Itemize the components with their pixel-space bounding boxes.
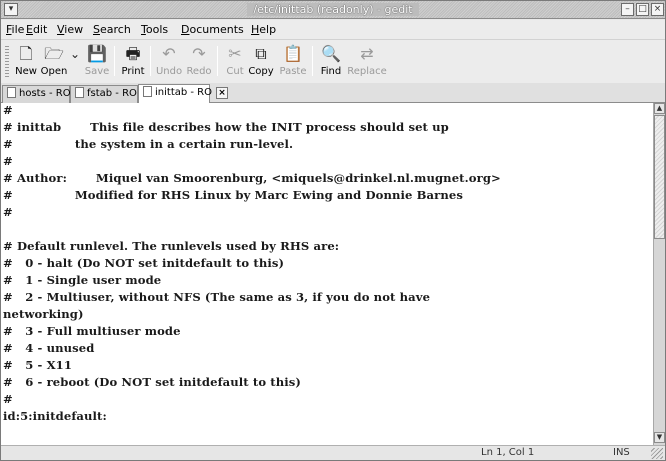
open-button-label: Open — [40, 66, 68, 77]
editor-line: # Modified for RHS Linux by Marc Ewing a… — [3, 188, 463, 202]
status-bar: Ln 1, Col 1 INS — [1, 445, 665, 460]
title-bar[interactable]: ▾ /etc/inittab (readonly) - gedit – □ × — [1, 1, 665, 19]
tab-fstab[interactable]: fstab - RO× — [70, 85, 153, 103]
tab-label: inittab - RO — [155, 87, 212, 98]
tab-inittab[interactable]: inittab - RO × — [138, 84, 228, 104]
undo-icon: ↶ — [162, 44, 176, 63]
editor-line: # — [3, 103, 13, 117]
toolbar-separator — [217, 46, 218, 76]
text-editor[interactable]: # # inittab This file describes how the … — [1, 103, 653, 445]
vertical-scrollbar[interactable]: ▲ ▼ — [653, 103, 665, 445]
save-icon: 💾 — [87, 44, 107, 63]
close-window-button[interactable]: × — [651, 3, 664, 16]
editor-line: # — [3, 392, 13, 406]
tab-label: fstab - RO — [87, 88, 137, 99]
cut-button[interactable]: ✂ Cut — [223, 42, 247, 82]
tab-hosts[interactable]: hosts - RO× — [2, 85, 87, 103]
menu-documents[interactable]: Documents — [181, 23, 244, 36]
open-folder-icon: 🗁 — [44, 44, 64, 63]
print-icon: 🖶 — [125, 44, 141, 63]
find-button-label: Find — [320, 66, 342, 77]
minimize-button[interactable]: – — [621, 3, 634, 16]
paste-button[interactable]: 📋 Paste — [277, 42, 309, 82]
undo-button-label: Undo — [155, 66, 183, 77]
undo-button[interactable]: ↶ Undo — [155, 42, 183, 82]
menu-help[interactable]: Help — [251, 23, 276, 36]
replace-button-label: Replace — [347, 66, 387, 77]
toolbar-separator — [150, 46, 151, 76]
menu-tools[interactable]: Tools — [141, 23, 168, 36]
editor-line: # 3 - Full multiuser mode — [3, 324, 181, 338]
paste-icon: 📋 — [283, 44, 303, 63]
print-button-label: Print — [121, 66, 145, 77]
editor-line: # the system in a certain run-level. — [3, 137, 294, 151]
copy-icon: ⧉ — [255, 44, 267, 63]
new-document-icon: 🗋 — [19, 44, 33, 63]
menu-view[interactable]: View — [57, 23, 83, 36]
menu-bar: File Edit View Search Tools Documents He… — [1, 20, 665, 39]
editor-line: # 2 - Multiuser, without NFS (The same a… — [3, 290, 431, 304]
find-button[interactable]: 🔍 Find — [317, 42, 345, 82]
replace-icon: ⇄ — [360, 44, 374, 63]
editor-line: # Default runlevel. The runlevels used b… — [3, 239, 340, 253]
window-title-text: /etc/inittab (readonly) - gedit — [247, 3, 419, 16]
editor-line: networking) — [3, 307, 84, 321]
document-icon — [75, 87, 84, 98]
editor-line: # Author: Miquel van Smoorenburg, <mique… — [3, 171, 501, 185]
scrollbar-thumb[interactable] — [654, 115, 665, 239]
new-button-label: New — [15, 66, 37, 77]
editor-line: # — [3, 154, 13, 168]
gedit-window: ▾ /etc/inittab (readonly) - gedit – □ × … — [0, 0, 666, 461]
cut-button-label: Cut — [226, 66, 244, 77]
window-title: /etc/inittab (readonly) - gedit — [1, 3, 665, 16]
editor-line: id:5:initdefault: — [3, 409, 107, 423]
editor-line: # 1 - Single user mode — [3, 273, 162, 287]
print-button[interactable]: 🖶 Print — [119, 42, 147, 82]
redo-icon: ↷ — [192, 44, 206, 63]
tab-label: hosts - RO — [19, 88, 71, 99]
new-button[interactable]: 🗋 New — [13, 42, 39, 82]
editor-line: # 6 - reboot (Do NOT set initdefault to … — [3, 375, 302, 389]
insert-mode-indicator: INS — [613, 447, 630, 458]
editor-line: # 4 - unused — [3, 341, 95, 355]
close-tab-icon[interactable]: × — [216, 87, 228, 99]
open-dropdown-button[interactable]: ⌄ — [69, 42, 81, 82]
save-button-label: Save — [84, 66, 110, 77]
editor-line: # inittab This file describes how the IN… — [3, 120, 449, 134]
cut-icon: ✂ — [228, 44, 242, 63]
document-tabs: hosts - RO× fstab - RO× inittab - RO × — [1, 83, 665, 104]
editor-line: # 5 - X11 — [3, 358, 73, 372]
open-button[interactable]: 🗁 Open — [39, 42, 69, 82]
menu-search[interactable]: Search — [93, 23, 131, 36]
toolbar-separator — [114, 46, 115, 76]
toolbar-grip[interactable] — [5, 46, 9, 78]
toolbar: 🗋 New 🗁 Open ⌄ 💾 Save 🖶 Print ↶ Undo ↷ R… — [1, 39, 665, 83]
paste-button-label: Paste — [279, 66, 307, 77]
copy-button[interactable]: ⧉ Copy — [247, 42, 275, 82]
copy-button-label: Copy — [248, 66, 274, 77]
document-icon — [143, 86, 152, 97]
scroll-up-icon[interactable]: ▲ — [654, 103, 665, 114]
save-button[interactable]: 💾 Save — [83, 42, 111, 82]
cursor-position: Ln 1, Col 1 — [481, 447, 535, 458]
editor-line: # — [3, 205, 13, 219]
resize-grip[interactable] — [651, 448, 663, 459]
menu-file[interactable]: File — [6, 23, 24, 36]
maximize-button[interactable]: □ — [636, 3, 649, 16]
chevron-down-icon: ⌄ — [70, 47, 81, 61]
find-icon: 🔍 — [321, 44, 341, 63]
redo-button[interactable]: ↷ Redo — [185, 42, 213, 82]
scroll-down-icon[interactable]: ▼ — [654, 432, 665, 443]
document-icon — [7, 87, 16, 98]
editor-line: # 0 - halt (Do NOT set initdefault to th… — [3, 256, 285, 270]
menu-edit[interactable]: Edit — [26, 23, 47, 36]
redo-button-label: Redo — [186, 66, 212, 77]
replace-button[interactable]: ⇄ Replace — [347, 42, 387, 82]
toolbar-separator — [312, 46, 313, 76]
